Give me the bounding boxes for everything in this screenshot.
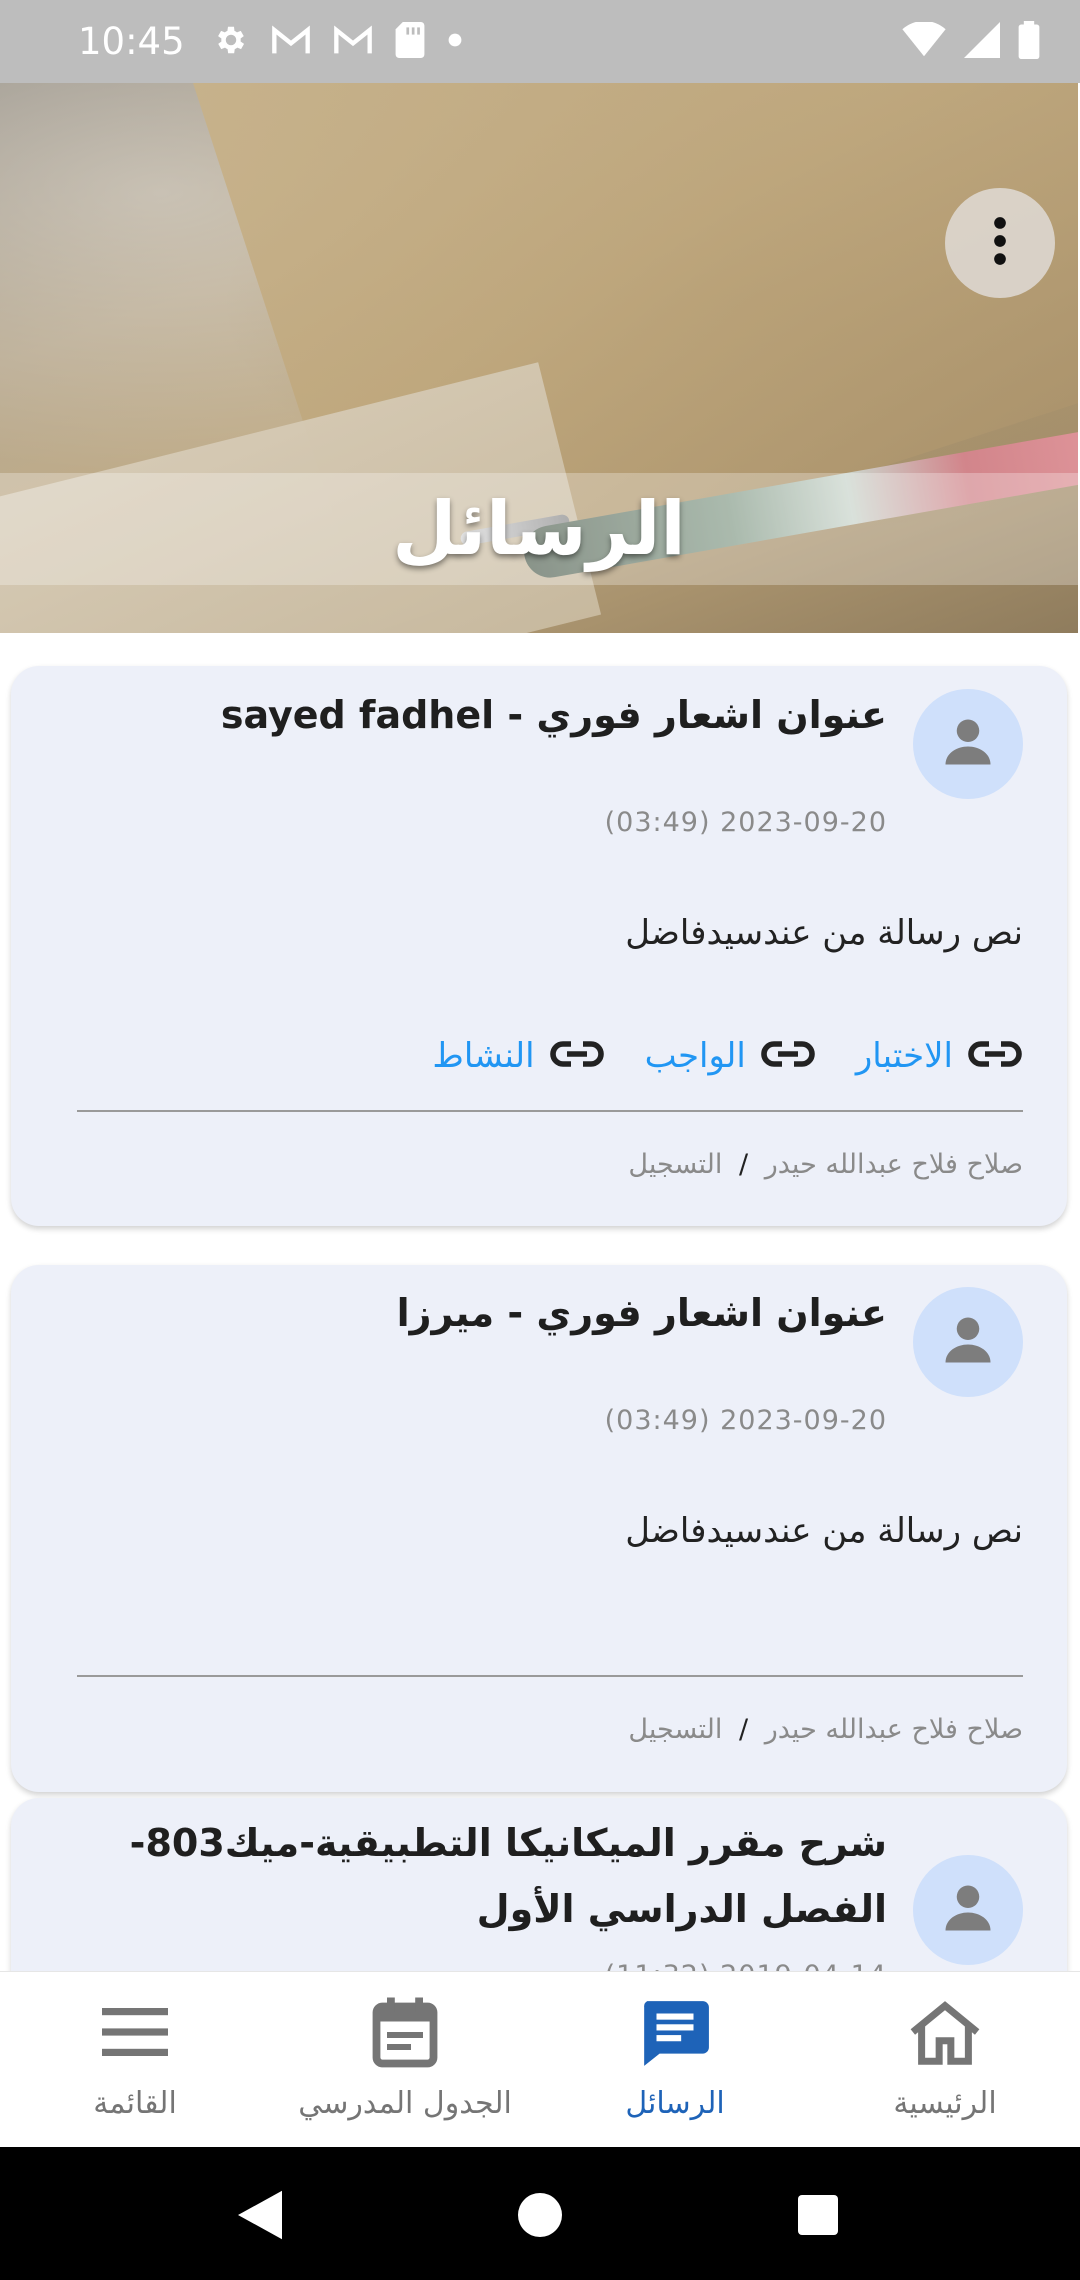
avatar <box>913 1287 1023 1397</box>
sender-role: التسجيل <box>628 1714 723 1745</box>
status-time: 10:45 <box>78 20 185 63</box>
person-icon <box>941 1313 995 1371</box>
status-notification-icons <box>213 21 463 62</box>
bottom-navigation: الرئيسية الرسائل الجدول المدرسي القائمة <box>0 1971 1080 2147</box>
message-card[interactable]: عنوان اشعار فوري - sayed fadhel (03:49) … <box>11 666 1067 1226</box>
nav-menu[interactable]: القائمة <box>0 1972 270 2148</box>
sender-name: صلاح فلاح عبدالله حيدر <box>764 1714 1023 1745</box>
home-icon <box>907 1992 983 2072</box>
page-title-band: الرسائل <box>0 473 1078 585</box>
wifi-icon <box>902 20 946 62</box>
link-activity[interactable]: النشاط <box>432 1036 604 1076</box>
footer-separator: / <box>739 1149 749 1180</box>
menu-icon <box>102 1992 168 2072</box>
status-bar: 10:45 <box>0 0 1080 83</box>
person-icon <box>941 1881 995 1939</box>
nav-label: الرسائل <box>625 2086 725 2121</box>
link-quiz[interactable]: الاختبار <box>856 1036 1023 1076</box>
app-root: 10:45 الرسائل عنوان اشعار فوري - sayed f… <box>0 0 1080 2280</box>
home-circle-icon <box>518 2193 562 2241</box>
message-icon <box>638 1992 712 2072</box>
nav-label: الرئيسية <box>893 2086 997 2121</box>
sd-card-icon <box>395 21 425 62</box>
status-system-icons <box>902 20 1040 63</box>
avatar <box>913 1855 1023 1965</box>
more-vert-icon <box>993 216 1007 270</box>
nav-home[interactable]: الرئيسية <box>810 1972 1080 2148</box>
signal-icon <box>964 21 1000 62</box>
message-date: (03:49) 2023-09-20 <box>604 1405 887 1436</box>
home-button[interactable] <box>500 2177 580 2257</box>
link-icon <box>967 1038 1023 1074</box>
nav-schedule[interactable]: الجدول المدرسي <box>270 1972 540 2148</box>
message-title: عنوان اشعار فوري - sayed fadhel <box>220 693 887 737</box>
nav-label: الجدول المدرسي <box>298 2086 512 2121</box>
message-title: شرح مقرر الميكانيكا التطبيقية-ميك803- ال… <box>51 1810 887 1942</box>
message-title-line: شرح مقرر الميكانيكا التطبيقية-ميك803- <box>129 1821 887 1865</box>
link-homework[interactable]: الواجب <box>645 1036 816 1076</box>
message-date: (03:49) 2023-09-20 <box>604 807 887 838</box>
message-title-line: الفصل الدراسي الأول <box>476 1887 887 1931</box>
messages-list[interactable]: عنوان اشعار فوري - sayed fadhel (03:49) … <box>0 633 1078 1971</box>
message-links: الاختبار الواجب النشاط <box>432 1036 1023 1076</box>
divider <box>77 1110 1023 1112</box>
message-body: نص رسالة من عندسيدفاضل <box>625 1511 1023 1551</box>
link-icon <box>549 1038 605 1074</box>
back-icon <box>238 2190 282 2244</box>
recents-button[interactable] <box>778 2177 858 2257</box>
gmail-icon <box>271 24 311 60</box>
system-navigation-bar <box>0 2147 1080 2280</box>
gmail-icon <box>333 24 373 60</box>
dot-icon <box>447 32 463 52</box>
sender-role: التسجيل <box>628 1149 723 1180</box>
avatar <box>913 689 1023 799</box>
footer-separator: / <box>739 1714 749 1745</box>
calendar-icon <box>372 1992 438 2072</box>
back-button[interactable] <box>220 2177 300 2257</box>
nav-messages[interactable]: الرسائل <box>540 1972 810 2148</box>
message-title: عنوان اشعار فوري - ميرزا <box>396 1291 887 1335</box>
link-label: النشاط <box>432 1036 535 1076</box>
message-card[interactable]: شرح مقرر الميكانيكا التطبيقية-ميك803- ال… <box>11 1798 1067 1971</box>
sender-name: صلاح فلاح عبدالله حيدر <box>764 1149 1023 1180</box>
page-title: الرسائل <box>392 486 686 572</box>
message-footer: صلاح فلاح عبدالله حيدر / التسجيل <box>628 1714 1023 1745</box>
link-icon <box>760 1038 816 1074</box>
battery-icon <box>1018 20 1040 63</box>
person-icon <box>941 715 995 773</box>
more-options-button[interactable] <box>945 188 1055 298</box>
message-card[interactable]: عنوان اشعار فوري - ميرزا (03:49) 2023-09… <box>11 1265 1067 1792</box>
message-body: نص رسالة من عندسيدفاضل <box>625 913 1023 953</box>
message-date: (11:32) 2019-04-14 <box>605 1960 887 1971</box>
message-footer: صلاح فلاح عبدالله حيدر / التسجيل <box>628 1149 1023 1180</box>
nav-label: القائمة <box>93 2086 177 2121</box>
settings-icon <box>213 22 249 62</box>
link-label: الواجب <box>644 1036 746 1076</box>
recents-icon <box>798 2195 838 2239</box>
divider <box>77 1675 1023 1677</box>
link-label: الاختبار <box>855 1036 953 1076</box>
header-banner-image: الرسائل <box>0 83 1078 633</box>
